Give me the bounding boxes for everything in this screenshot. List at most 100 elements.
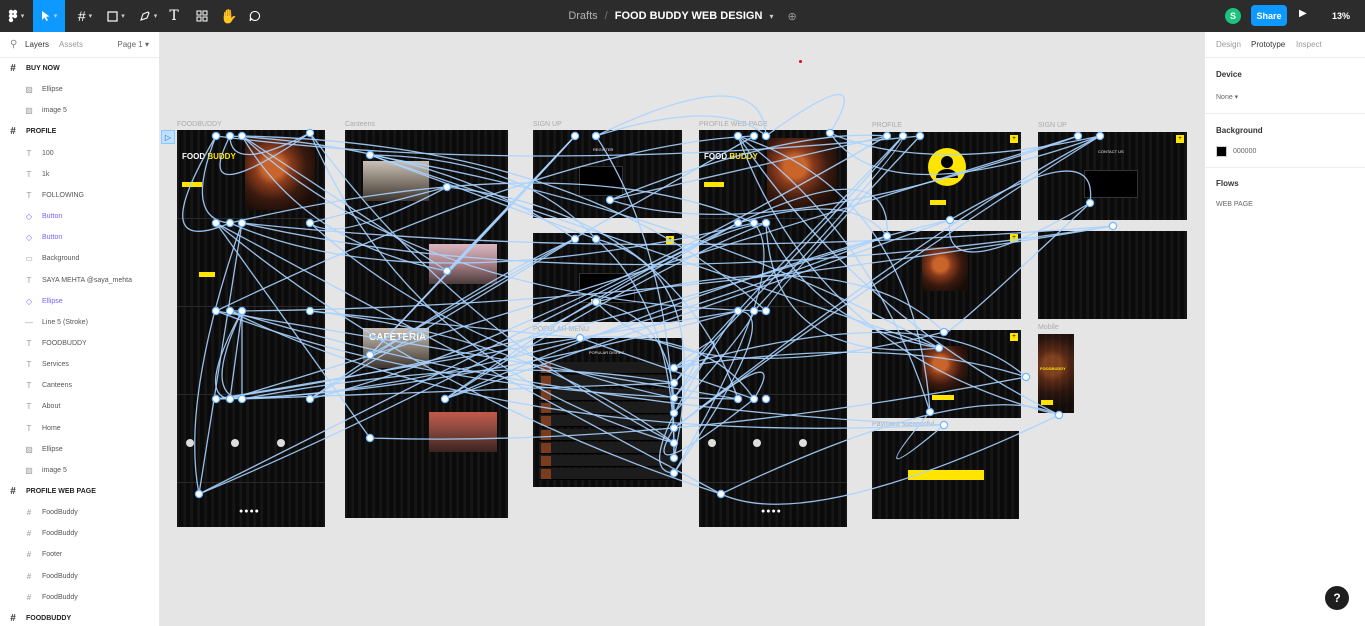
frame-mobile[interactable]: FOODBUDDY (1038, 334, 1074, 413)
layer-item[interactable]: T Canteens (0, 375, 159, 396)
frame-sign-up[interactable]: REGISTER (533, 130, 682, 218)
frame-profile-web-page[interactable]: FOOD BUDDY ●●●● (699, 130, 847, 527)
background-hex-input[interactable]: 000000 (1233, 148, 1256, 155)
menu-row[interactable] (539, 428, 676, 441)
text-tool[interactable]: T (165, 0, 183, 32)
layer-item[interactable]: ▭ Background (0, 248, 159, 269)
layer-item[interactable]: ◇ Button (0, 227, 159, 248)
globe-icon[interactable]: ⊕ (787, 10, 796, 23)
layer-item[interactable]: T SAYA MEHTA @saya_mehta (0, 270, 159, 291)
pen-tool[interactable]: ▾ (135, 0, 161, 32)
hand-tool[interactable]: ✋ (220, 0, 238, 32)
frame-profile-detail[interactable]: + (872, 231, 1021, 319)
menu-row[interactable] (539, 401, 676, 414)
layer-item[interactable]: # FoodBuddy (0, 523, 159, 544)
file-name[interactable]: FOOD BUDDY WEB DESIGN (615, 10, 763, 22)
plus-icon[interactable]: + (666, 236, 674, 244)
frame-canteens[interactable]: CAFETERIA (345, 130, 508, 518)
hotspot-node[interactable] (1108, 221, 1118, 231)
layer-item[interactable]: # FoodBuddy (0, 566, 159, 587)
frame-payment-successful[interactable] (872, 431, 1019, 519)
layer-item[interactable]: T About (0, 396, 159, 417)
search-icon[interactable]: ⚲ (10, 39, 17, 50)
frame-label-canteens[interactable]: Canteens (345, 121, 375, 128)
plus-icon[interactable]: + (1176, 135, 1184, 143)
frame-profile[interactable]: + (872, 132, 1021, 220)
avatar[interactable]: S (1225, 8, 1241, 24)
main-menu-button[interactable]: ▾ (0, 0, 32, 32)
menu-row[interactable] (539, 375, 676, 388)
layer-frame[interactable]: # FOODBUDDY (0, 608, 159, 626)
layer-item[interactable]: — Line 5 (Stroke) (0, 312, 159, 333)
frame-label-profile[interactable]: PROFILE (872, 122, 902, 129)
menu-row[interactable] (539, 362, 676, 374)
frame-label-mobile[interactable]: Mobile (1038, 324, 1059, 331)
zoom-level[interactable]: 13% (1332, 11, 1350, 21)
plus-icon[interactable]: + (1010, 135, 1018, 143)
layer-item[interactable]: ▨ image 5 (0, 100, 159, 121)
flow-start-icon[interactable]: ▷ (161, 130, 175, 144)
share-button[interactable]: Share (1251, 5, 1287, 26)
frame-contact[interactable]: CONTACT US + (1038, 132, 1187, 220)
chevron-down-icon[interactable]: ▾ (769, 12, 773, 21)
layer-item[interactable]: T Home (0, 418, 159, 439)
login-button[interactable] (591, 299, 601, 304)
layer-item[interactable]: T FOODBUDDY (0, 333, 159, 354)
frame-label-sign-up[interactable]: SIGN UP (533, 121, 562, 128)
background-swatch[interactable] (1216, 146, 1227, 157)
menu-row[interactable] (539, 441, 676, 454)
canvas[interactable]: ▷ FOODBUDDY Canteens SIGN UP PROFILE WEB… (160, 32, 1204, 626)
layer-item[interactable]: T FOLLOWING (0, 185, 159, 206)
frame-label-foodbuddy[interactable]: FOODBUDDY (177, 121, 222, 128)
shape-tool[interactable]: ▾ (103, 0, 129, 32)
frame-label-profile-web-page[interactable]: PROFILE WEB PAGE (699, 121, 768, 128)
layer-item[interactable]: T Services (0, 354, 159, 375)
read-more-button[interactable] (199, 272, 215, 277)
device-select[interactable]: None ▾ (1216, 93, 1238, 101)
layer-frame[interactable]: # BUY NOW (0, 58, 159, 79)
plus-icon[interactable]: + (1010, 234, 1018, 242)
frame-label-sign-up-2[interactable]: SIGN UP (1038, 122, 1067, 129)
layer-item[interactable]: ▨ Ellipse (0, 79, 159, 100)
hotspot-node[interactable] (1021, 372, 1031, 382)
menu-row[interactable] (539, 388, 676, 401)
frame-login[interactable]: + (533, 233, 682, 322)
menu-row[interactable] (539, 415, 676, 428)
frame-foodbuddy[interactable]: FOOD BUDDY ●●●● (177, 130, 325, 527)
frame-buy-now[interactable]: + (872, 330, 1021, 418)
frame-popular-menu[interactable]: POPULAR DISHES (533, 338, 682, 487)
flow-item-web-page[interactable]: WEB PAGE (1216, 201, 1253, 208)
move-tool[interactable]: ▾ (33, 0, 65, 32)
frame-label-popular-menu[interactable]: POPULAR MENU (533, 326, 589, 333)
menu-row[interactable] (539, 455, 676, 468)
layer-item[interactable]: T 100 (0, 143, 159, 164)
mobile-button[interactable] (1041, 400, 1053, 405)
layer-item[interactable]: # FoodBuddy (0, 502, 159, 523)
layer-item[interactable]: ▨ image 5 (0, 460, 159, 481)
layer-frame[interactable]: # PROFILE WEB PAGE (0, 481, 159, 502)
page-selector[interactable]: Page 1 ▾ (117, 40, 149, 49)
layer-item[interactable]: T 1k (0, 164, 159, 185)
layer-item[interactable]: ◇ Ellipse (0, 291, 159, 312)
breadcrumb-drafts-link[interactable]: Drafts (568, 10, 597, 22)
comment-tool[interactable] (246, 0, 264, 32)
tab-prototype[interactable]: Prototype (1251, 40, 1285, 49)
tab-design[interactable]: Design (1216, 40, 1241, 49)
layer-frame[interactable]: # PROFILE (0, 121, 159, 142)
tab-assets[interactable]: Assets (59, 40, 83, 49)
tab-inspect[interactable]: Inspect (1296, 40, 1322, 49)
order-button[interactable] (704, 182, 724, 187)
layer-item[interactable]: # Footer (0, 544, 159, 565)
present-play-icon[interactable]: ▶ (1299, 8, 1307, 19)
follow-button[interactable] (930, 200, 946, 205)
frame-label-payment-successful[interactable]: Payment successful (872, 421, 934, 428)
menu-row[interactable] (539, 468, 676, 481)
plus-icon[interactable]: + (1010, 333, 1018, 341)
tab-layers[interactable]: Layers (25, 40, 49, 49)
frame-tool[interactable]: # ▾ (71, 0, 99, 32)
layer-item[interactable]: ◇ Button (0, 206, 159, 227)
layer-item[interactable]: # FoodBuddy (0, 587, 159, 608)
layer-item[interactable]: ▨ Ellipse (0, 439, 159, 460)
resources-tool[interactable] (193, 0, 211, 32)
help-button[interactable]: ? (1325, 586, 1349, 610)
